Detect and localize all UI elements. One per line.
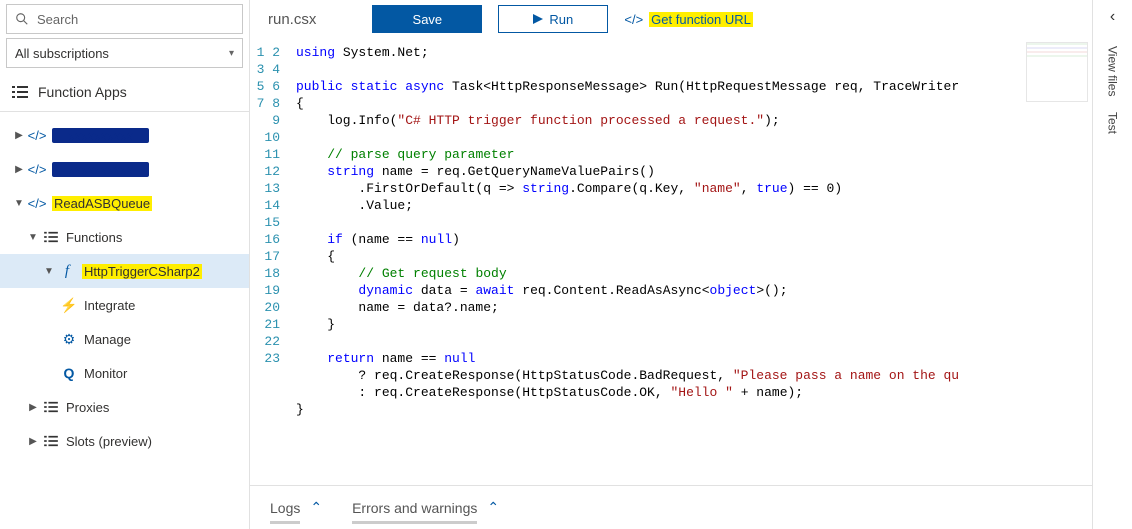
caret-right-icon: ▶ [28, 436, 38, 447]
proxies-node[interactable]: ▶ Proxies [0, 390, 249, 424]
code-editor[interactable]: 1 2 3 4 5 6 7 8 9 10 11 12 13 14 15 16 1… [250, 38, 1092, 485]
search-input[interactable]: Search [6, 4, 243, 34]
slots-label: Slots (preview) [66, 434, 152, 449]
list-icon [42, 401, 60, 413]
chevron-up-icon: ⌃ [310, 499, 322, 516]
slots-node[interactable]: ▶ Slots (preview) [0, 424, 249, 458]
run-button-label: Run [549, 12, 573, 27]
app-node-3-label: ReadASBQueue [52, 196, 152, 211]
function-node-label: HttpTriggerCSharp2 [82, 264, 202, 279]
chevron-up-icon: ⌃ [487, 499, 499, 516]
app-node-1-label: xxxxxxxxxx [52, 128, 149, 143]
caret-right-icon: ▶ [14, 130, 24, 141]
function-icon: f [58, 263, 76, 280]
functions-label: Functions [66, 230, 122, 245]
errors-tab[interactable]: Errors and warnings ⌃ [352, 499, 499, 516]
magnifier-icon: Q [60, 365, 78, 381]
monitor-label: Monitor [84, 366, 127, 381]
subscriptions-label: All subscriptions [15, 46, 109, 61]
code-icon: </> [624, 12, 643, 27]
chevron-down-icon: ▾ [229, 48, 234, 59]
view-files-tab[interactable]: View files [1106, 38, 1120, 104]
right-rail: ‹ View files Test [1092, 0, 1132, 529]
manage-label: Manage [84, 332, 131, 347]
tree: ▶ </> xxxxxxxxxx ▶ </> xxxxxxxxxx ▼ </> … [0, 112, 249, 464]
function-apps-label: Function Apps [38, 84, 127, 100]
save-button[interactable]: Save [372, 5, 482, 33]
bolt-icon: ⚡ [60, 297, 78, 314]
list-icon [42, 435, 60, 447]
function-app-icon: </> [28, 128, 46, 143]
get-function-url-link[interactable]: </> Get function URL [624, 12, 753, 27]
caret-down-icon: ▼ [44, 266, 54, 277]
app-node-2-label: xxxxxxxxxx [52, 162, 149, 177]
function-apps-header[interactable]: Function Apps [0, 72, 249, 112]
search-placeholder: Search [37, 12, 78, 27]
list-icon [12, 85, 28, 99]
minimap[interactable] [1026, 42, 1088, 102]
search-icon [15, 12, 29, 26]
app-node-3[interactable]: ▼ </> ReadASBQueue [0, 186, 249, 220]
toolbar: run.csx Save Run </> Get function URL [250, 0, 1092, 38]
app-node-2[interactable]: ▶ </> xxxxxxxxxx [0, 152, 249, 186]
bottom-panel: Logs ⌃ Errors and warnings ⌃ [250, 485, 1092, 529]
logs-tab[interactable]: Logs ⌃ [270, 499, 322, 516]
caret-down-icon: ▼ [14, 198, 24, 209]
monitor-node[interactable]: Q Monitor [0, 356, 249, 390]
collapse-button[interactable]: ‹ [1110, 8, 1115, 26]
integrate-node[interactable]: ⚡ Integrate [0, 288, 249, 322]
app-node-1[interactable]: ▶ </> xxxxxxxxxx [0, 118, 249, 152]
run-button[interactable]: Run [498, 5, 608, 33]
gear-icon: ⚙ [60, 331, 78, 348]
main: run.csx Save Run </> Get function URL 1 … [250, 0, 1092, 529]
function-app-icon: </> [28, 196, 46, 211]
list-icon [42, 231, 60, 243]
functions-node[interactable]: ▼ Functions [0, 220, 249, 254]
caret-right-icon: ▶ [14, 164, 24, 175]
logs-label: Logs [270, 500, 300, 516]
test-tab[interactable]: Test [1106, 104, 1120, 142]
chevron-left-icon: ‹ [1110, 8, 1115, 25]
line-gutter: 1 2 3 4 5 6 7 8 9 10 11 12 13 14 15 16 1… [250, 38, 290, 485]
subscriptions-dropdown[interactable]: All subscriptions ▾ [6, 38, 243, 68]
play-icon [533, 14, 543, 24]
caret-down-icon: ▼ [28, 232, 38, 243]
manage-node[interactable]: ⚙ Manage [0, 322, 249, 356]
caret-right-icon: ▶ [28, 402, 38, 413]
integrate-label: Integrate [84, 298, 135, 313]
proxies-label: Proxies [66, 400, 109, 415]
errors-label: Errors and warnings [352, 500, 477, 516]
code-content: using System.Net; public static async Ta… [290, 38, 1092, 485]
sidebar: Search All subscriptions ▾ Function Apps… [0, 0, 250, 529]
function-app-icon: </> [28, 162, 46, 177]
function-node[interactable]: ▼ f HttpTriggerCSharp2 [0, 254, 249, 288]
get-function-url-label: Get function URL [649, 12, 753, 27]
file-title: run.csx [268, 11, 316, 28]
